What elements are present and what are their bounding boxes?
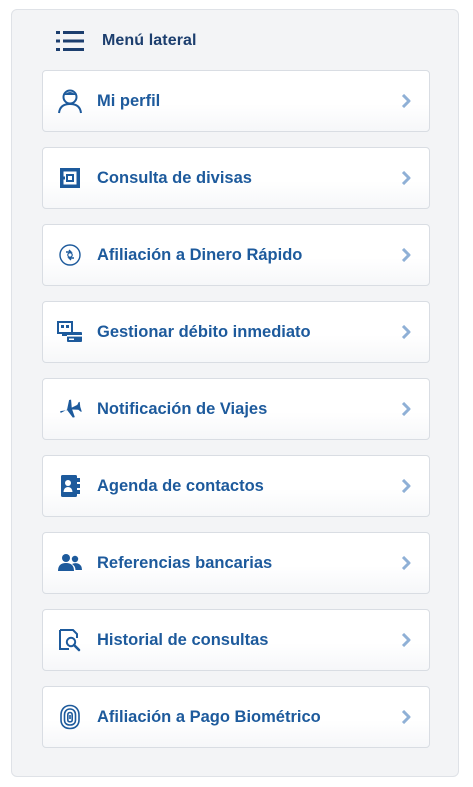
menu-list-icon xyxy=(56,30,86,52)
menu-item-label: Consulta de divisas xyxy=(97,168,252,187)
side-menu-header: Menú lateral xyxy=(56,27,197,55)
menu-item-agenda-contactos[interactable]: Agenda de contactos xyxy=(42,455,430,517)
menu-item-consulta-divisas[interactable]: Consulta de divisas xyxy=(42,147,430,209)
menu-item-pago-biometrico[interactable]: Afiliación a Pago Biométrico xyxy=(42,686,430,748)
menu-item-label: Agenda de contactos xyxy=(97,476,264,495)
airplane-icon xyxy=(57,396,83,422)
menu-item-debito-inmediato[interactable]: Gestionar débito inmediato xyxy=(42,301,430,363)
chevron-right-icon xyxy=(400,94,412,108)
chevron-right-icon xyxy=(400,325,412,339)
menu-item-mi-perfil[interactable]: Mi perfil xyxy=(42,70,430,132)
menu-item-dinero-rapido[interactable]: Afiliación a Dinero Rápido xyxy=(42,224,430,286)
menu-item-notificacion-viajes[interactable]: Notificación de Viajes xyxy=(42,378,430,440)
chevron-right-icon xyxy=(400,556,412,570)
side-menu-panel: Menú lateral Mi perfil Consulta de divis… xyxy=(11,9,459,777)
chevron-right-icon xyxy=(400,402,412,416)
contacts-book-icon xyxy=(57,473,83,499)
menu-item-label: Gestionar débito inmediato xyxy=(97,322,311,341)
chevron-right-icon xyxy=(400,171,412,185)
side-menu-list: Mi perfil Consulta de divisas Afiliación… xyxy=(42,70,430,763)
menu-item-label: Afiliación a Pago Biométrico xyxy=(97,707,321,726)
menu-item-label: Afiliación a Dinero Rápido xyxy=(97,245,303,264)
chevron-right-icon xyxy=(400,710,412,724)
search-history-icon xyxy=(57,627,83,653)
fingerprint-icon xyxy=(57,704,83,730)
menu-item-historial-consultas[interactable]: Historial de consultas xyxy=(42,609,430,671)
menu-item-label: Notificación de Viajes xyxy=(97,399,268,418)
chevron-right-icon xyxy=(400,479,412,493)
quick-money-icon xyxy=(57,242,83,268)
menu-item-label: Referencias bancarias xyxy=(97,553,273,572)
chevron-right-icon xyxy=(400,248,412,262)
immediate-debit-icon xyxy=(57,319,83,345)
user-profile-icon xyxy=(57,88,83,114)
currency-exchange-icon xyxy=(57,165,83,191)
chevron-right-icon xyxy=(400,633,412,647)
side-menu-title: Menú lateral xyxy=(102,32,197,49)
people-icon xyxy=(57,550,83,576)
menu-item-referencias-bancarias[interactable]: Referencias bancarias xyxy=(42,532,430,594)
menu-item-label: Mi perfil xyxy=(97,91,161,110)
menu-item-label: Historial de consultas xyxy=(97,630,269,649)
